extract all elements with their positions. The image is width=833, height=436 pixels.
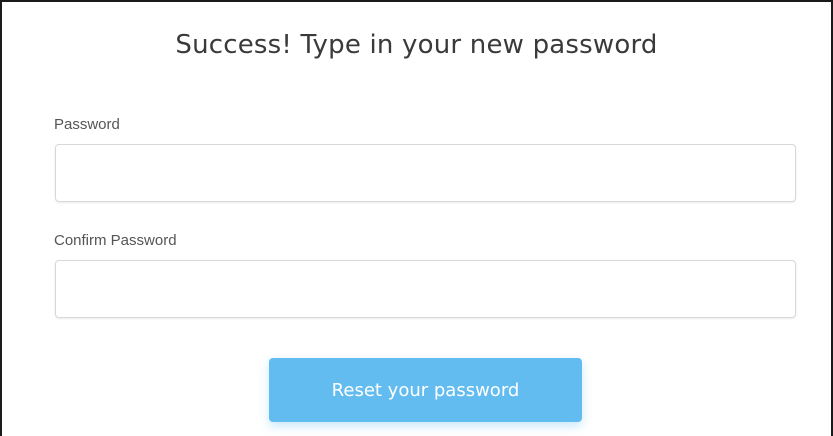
password-label: Password — [54, 116, 120, 133]
reset-password-button[interactable]: Reset your password — [269, 358, 582, 422]
password-input[interactable] — [55, 144, 796, 202]
confirm-password-label: Confirm Password — [54, 232, 177, 249]
confirm-password-input[interactable] — [55, 260, 796, 318]
reset-password-panel: Success! Type in your new password Passw… — [0, 0, 833, 436]
page-title: Success! Type in your new password — [175, 30, 658, 60]
